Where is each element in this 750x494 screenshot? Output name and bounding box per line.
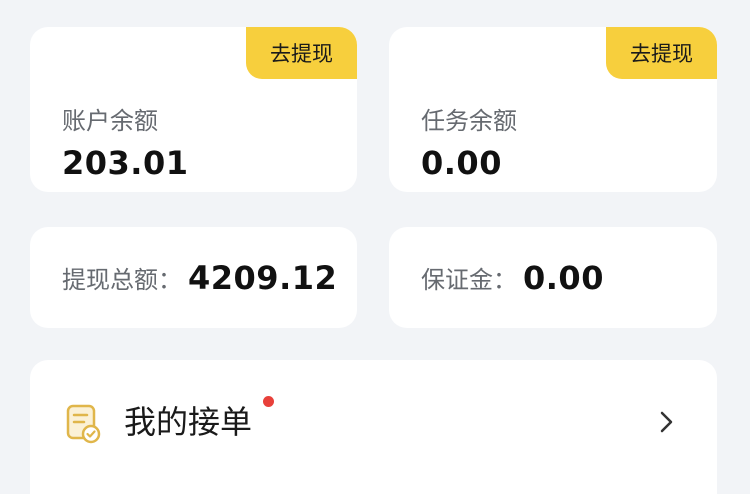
order-list-icon [66, 404, 101, 444]
chevron-right-icon [660, 411, 673, 433]
my-orders-row[interactable]: 我的接单 [30, 360, 717, 484]
task-balance-label: 任务余额 [421, 107, 517, 135]
task-balance-amount: 0.00 [421, 144, 502, 182]
account-withdraw-button[interactable]: 去提现 [246, 27, 357, 79]
account-balance-label: 账户余额 [62, 107, 158, 135]
withdraw-total-card: 提现总额： 4209.12 [30, 227, 357, 328]
account-balance-amount: 203.01 [62, 144, 189, 182]
deposit-amount: 0.00 [523, 258, 604, 297]
task-balance-card: 去提现 任务余额 0.00 [389, 27, 717, 192]
account-balance-card: 去提现 账户余额 203.01 [30, 27, 357, 192]
deposit-label: 保证金： [421, 266, 517, 294]
withdraw-total-amount: 4209.12 [188, 258, 338, 297]
my-orders-title: 我的接单 [124, 403, 253, 441]
my-orders-card: 我的接单 [30, 360, 717, 494]
withdraw-total-label: 提现总额： [62, 266, 182, 294]
deposit-card: 保证金： 0.00 [389, 227, 717, 328]
notification-dot [263, 396, 274, 407]
task-withdraw-button[interactable]: 去提现 [606, 27, 717, 79]
